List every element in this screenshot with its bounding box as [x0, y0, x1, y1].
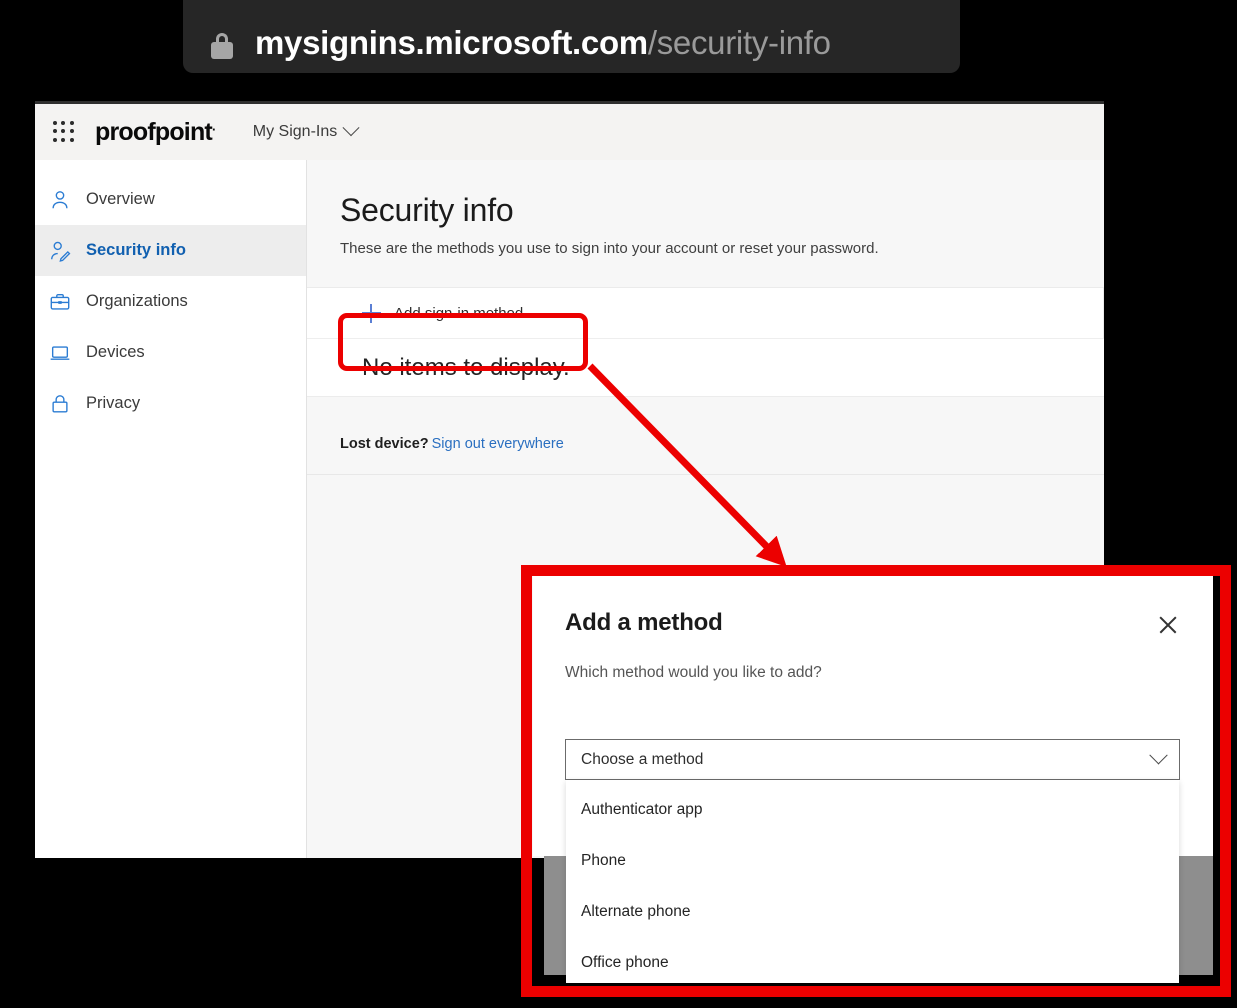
- chevron-down-icon: [342, 119, 360, 137]
- sign-out-everywhere-link[interactable]: Sign out everywhere: [432, 436, 564, 452]
- app-launcher-waffle-icon[interactable]: [53, 121, 75, 143]
- sidebar-item-security-info[interactable]: Security info: [35, 225, 306, 276]
- sidebar-item-label: Security info: [86, 241, 186, 259]
- sidebar-item-label: Overview: [86, 190, 155, 208]
- url-path: /security-info: [647, 24, 831, 61]
- url-host: mysignins.microsoft.com: [255, 24, 648, 61]
- person-edit-icon: [47, 238, 73, 264]
- person-icon: [47, 187, 73, 213]
- add-method-row: Add sign-in method: [307, 287, 1104, 339]
- sidebar-item-organizations[interactable]: Organizations: [35, 276, 306, 327]
- lost-device-label: Lost device?: [340, 436, 429, 452]
- lost-device-row: Lost device? Sign out everywhere: [340, 436, 1104, 452]
- app-switcher-label: My Sign-Ins: [252, 123, 338, 140]
- brand-logo: proofpoint.: [95, 117, 216, 147]
- empty-state-row: No items to display.: [307, 339, 1104, 397]
- add-sign-in-method-button[interactable]: Add sign-in method: [362, 303, 524, 323]
- sidebar-item-privacy[interactable]: Privacy: [35, 378, 306, 429]
- sidebar-item-label: Organizations: [86, 292, 188, 310]
- sidebar: Overview Security info Organizations Dev…: [35, 160, 307, 858]
- sidebar-item-label: Devices: [86, 343, 145, 361]
- lock-icon: [47, 391, 73, 417]
- sidebar-item-overview[interactable]: Overview: [35, 174, 306, 225]
- brand-name: proofpoint: [95, 117, 213, 146]
- empty-state-text: No items to display.: [362, 353, 570, 381]
- app-header: proofpoint. My Sign-Ins: [35, 104, 1104, 160]
- sidebar-item-devices[interactable]: Devices: [35, 327, 306, 378]
- brand-trademark: .: [211, 118, 216, 134]
- browser-url-bar[interactable]: mysignins.microsoft.com/security-info: [183, 0, 960, 73]
- briefcase-icon: [47, 289, 73, 315]
- laptop-icon: [47, 340, 73, 366]
- lock-icon: [211, 33, 233, 59]
- page-subtitle: These are the methods you use to sign in…: [340, 240, 879, 257]
- app-switcher[interactable]: My Sign-Ins: [252, 119, 360, 141]
- url-text: mysignins.microsoft.com/security-info: [255, 26, 831, 59]
- page-title: Security info: [340, 192, 514, 228]
- content-divider: [307, 474, 1104, 476]
- add-sign-in-method-label: Add sign-in method: [394, 304, 524, 322]
- annotation-highlight-dialog: [521, 565, 1231, 997]
- sidebar-item-label: Privacy: [86, 394, 141, 412]
- plus-icon: [362, 303, 381, 323]
